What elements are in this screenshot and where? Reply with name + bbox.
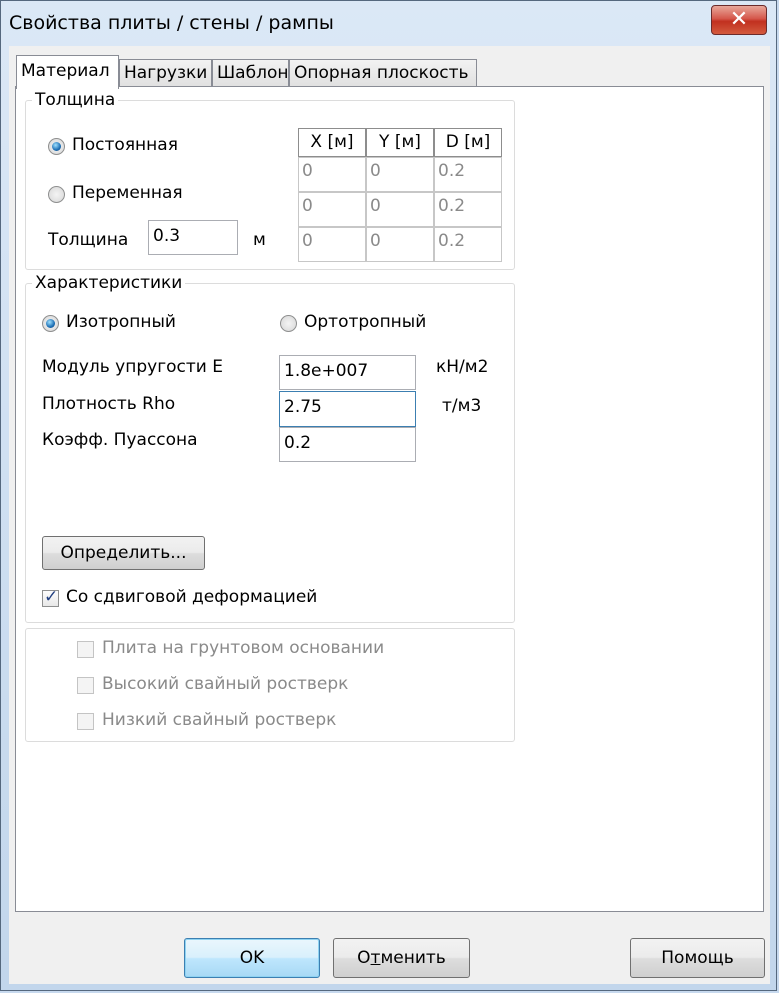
dialog-window: Свойства плиты / стены / рампы ✕ Материа… (0, 0, 777, 991)
orthotropic-label[interactable]: Ортотропный (304, 312, 426, 332)
low-pile-checkbox[interactable] (77, 713, 94, 730)
cancel-label-end: менить (380, 948, 446, 968)
cancel-accelerator: т (370, 948, 381, 968)
close-button[interactable]: ✕ (711, 5, 767, 35)
thickness-input[interactable]: 0.3 (148, 220, 238, 255)
cancel-label-start: О (357, 948, 371, 968)
grid-cell[interactable]: 0 (298, 227, 366, 262)
thickness-unit: м (253, 230, 266, 250)
title-bar[interactable]: Свойства плиты / стены / рампы ✕ (1, 1, 776, 47)
thickness-legend: Толщина (32, 90, 119, 110)
grid-cell[interactable]: 0.2 (434, 192, 502, 227)
grid-cell[interactable]: 0 (366, 192, 434, 227)
characteristics-legend: Характеристики (32, 273, 186, 293)
high-pile-label: Высокий свайный ростверк (102, 674, 349, 694)
constant-label[interactable]: Постоянная (72, 135, 178, 155)
dialog-client: Материал Нагрузки Шаблон Опорная плоскос… (9, 46, 770, 984)
shear-deformation-label[interactable]: Со сдвиговой деформацией (66, 587, 317, 607)
poisson-input[interactable]: 0.2 (279, 427, 416, 462)
grid-cell[interactable]: 0 (366, 157, 434, 192)
density-label: Плотность Rho (42, 394, 176, 414)
grid-header-y: Y [м] (366, 128, 434, 157)
modulus-unit: кН/м2 (436, 357, 489, 377)
high-pile-checkbox[interactable] (77, 677, 94, 694)
tab-support-plane[interactable]: Опорная плоскость (289, 59, 477, 87)
grid-cell[interactable]: 0 (298, 157, 366, 192)
ground-foundation-label: Плита на грунтовом основании (102, 638, 385, 658)
poisson-label: Коэфф. Пуассона (42, 430, 198, 450)
variable-label[interactable]: Переменная (72, 183, 183, 203)
material-tab-panel: Толщина Постоянная Переменная Толщина 0.… (15, 86, 764, 912)
isotropic-radio[interactable] (42, 315, 59, 332)
characteristics-group: Характеристики Изотропный Ортотропный Мо… (25, 273, 515, 623)
grid-header-x: X [м] (298, 128, 366, 157)
tab-material[interactable]: Материал (16, 55, 119, 89)
density-unit: т/м3 (442, 396, 482, 416)
tab-template[interactable]: Шаблон (212, 59, 289, 87)
modulus-label: Модуль упругости E (42, 357, 223, 377)
grid-cell[interactable]: 0 (366, 227, 434, 262)
help-button[interactable]: Помощь (630, 938, 765, 978)
grid-cell[interactable]: 0.2 (434, 227, 502, 262)
grid-cell[interactable]: 0.2 (434, 157, 502, 192)
shear-deformation-checkbox[interactable] (42, 587, 59, 607)
close-icon: ✕ (729, 7, 749, 32)
constant-radio[interactable] (48, 138, 65, 155)
variable-radio[interactable] (48, 186, 65, 203)
cancel-button[interactable]: Отменить (333, 938, 470, 978)
define-button[interactable]: Определить... (42, 536, 205, 570)
foundation-group: Плита на грунтовом основании Высокий сва… (25, 628, 515, 742)
grid-cell[interactable]: 0 (298, 192, 366, 227)
tab-loads[interactable]: Нагрузки (119, 59, 212, 87)
modulus-input[interactable]: 1.8e+007 (279, 355, 416, 390)
window-title: Свойства плиты / стены / рампы (9, 12, 334, 34)
ok-button[interactable]: OK (184, 938, 320, 978)
grid-header-d: D [м] (434, 128, 502, 157)
ground-foundation-checkbox[interactable] (77, 641, 94, 658)
thickness-label: Толщина (48, 230, 129, 250)
isotropic-label[interactable]: Изотропный (66, 312, 176, 332)
low-pile-label: Низкий свайный ростверк (102, 710, 337, 730)
density-input[interactable]: 2.75 (279, 391, 416, 427)
orthotropic-radio[interactable] (280, 315, 297, 332)
thickness-group: Толщина Постоянная Переменная Толщина 0.… (25, 90, 515, 270)
